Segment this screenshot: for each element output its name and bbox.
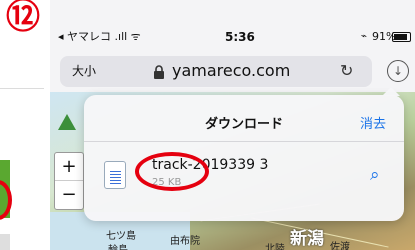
map-label-niigata: 新潟 xyxy=(290,229,324,249)
downloads-button[interactable]: ↓ xyxy=(387,60,409,82)
zoom-control: + − xyxy=(54,152,84,210)
battery-icon xyxy=(392,32,411,42)
popover-divider xyxy=(84,141,404,142)
url-text[interactable]: yamareco.com xyxy=(172,63,290,79)
site-logo-icon xyxy=(58,114,76,130)
map-label: 佐渡 xyxy=(330,242,350,250)
text-size-button[interactable]: 大小 xyxy=(72,65,96,77)
address-bar[interactable]: 大小 yamareco.com ↻ xyxy=(60,56,372,87)
step-number-badge: ⑫ xyxy=(6,0,40,37)
red-highlight-circle xyxy=(135,152,209,191)
left-gray-block xyxy=(0,234,10,250)
map-label: 七ツ島 xyxy=(106,231,136,242)
zoom-in-button[interactable]: + xyxy=(55,153,83,181)
map-label: 輪島 xyxy=(108,241,128,250)
reload-icon[interactable]: ↻ xyxy=(340,63,353,79)
popover-arrow xyxy=(382,87,400,96)
left-divider xyxy=(0,88,44,89)
lock-icon xyxy=(154,65,164,79)
map-label: 由布院 xyxy=(170,236,200,247)
carrier-signal: ◂ ヤマレコ .ıll ᯤ xyxy=(58,30,141,43)
downloads-popover: ダウンロード 消去 track-2019339 3 25 KB ⌕ xyxy=(84,87,404,221)
charging-icon: ⌁ xyxy=(361,31,368,42)
zoom-out-button[interactable]: − xyxy=(55,181,83,208)
popover-title: ダウンロード xyxy=(204,117,283,132)
left-red-annotation xyxy=(0,180,12,220)
clear-button[interactable]: 消去 xyxy=(360,113,386,132)
file-icon xyxy=(104,161,126,189)
clock: 5:36 xyxy=(225,30,255,44)
map-label: 北陸 xyxy=(265,244,285,250)
status-bar: ◂ ヤマレコ .ıll ᯤ 5:36 ⌁ 91% xyxy=(50,0,415,44)
search-icon[interactable]: ⌕ xyxy=(370,165,380,185)
phone-screen: ◂ ヤマレコ .ıll ᯤ 5:36 ⌁ 91% 大小 yamareco.com… xyxy=(50,0,415,250)
